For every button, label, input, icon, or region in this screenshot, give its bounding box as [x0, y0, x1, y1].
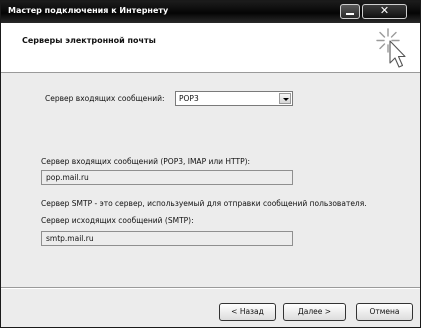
- incoming-server-value: pop.mail.ru: [46, 173, 89, 182]
- window-title: Мастер подключения к Интернету: [8, 6, 169, 15]
- outgoing-server-input[interactable]: smtp.mail.ru: [41, 231, 293, 246]
- minimize-icon: [346, 13, 354, 15]
- smtp-description: Сервер SMTP - это сервер, используемый д…: [41, 199, 367, 208]
- page-title: Серверы электронной почты: [22, 36, 156, 45]
- wizard-header: Серверы электронной почты: [1, 23, 420, 73]
- cancel-button[interactable]: Отмена: [356, 303, 413, 321]
- chevron-down-icon: [283, 98, 289, 101]
- incoming-server-type-select[interactable]: POP3: [175, 91, 293, 106]
- outgoing-server-value: smtp.mail.ru: [46, 234, 94, 243]
- dropdown-arrow-button[interactable]: [279, 93, 291, 104]
- wizard-cursor-icon: [376, 28, 406, 68]
- incoming-server-label: Сервер входящих сообщений (POP3, IMAP ил…: [41, 157, 251, 166]
- footer-divider: [1, 287, 420, 289]
- wizard-window: Мастер подключения к Интернету ✕ Серверы…: [0, 0, 421, 328]
- close-icon: ✕: [379, 4, 390, 17]
- incoming-server-type-value: POP3: [179, 94, 199, 103]
- incoming-type-label: Сервер входящих сообщений:: [45, 94, 165, 103]
- incoming-server-input[interactable]: pop.mail.ru: [41, 170, 293, 185]
- title-bar[interactable]: Мастер подключения к Интернету ✕: [1, 1, 420, 23]
- back-button[interactable]: < Назад: [219, 303, 276, 321]
- outgoing-server-label: Сервер исходящих сообщений (SMTP):: [41, 216, 194, 225]
- wizard-content: Сервер входящих сообщений: POP3 Сервер в…: [1, 73, 420, 281]
- close-button[interactable]: ✕: [362, 4, 407, 19]
- next-button[interactable]: Далее >: [283, 303, 346, 321]
- minimize-button[interactable]: [340, 4, 360, 19]
